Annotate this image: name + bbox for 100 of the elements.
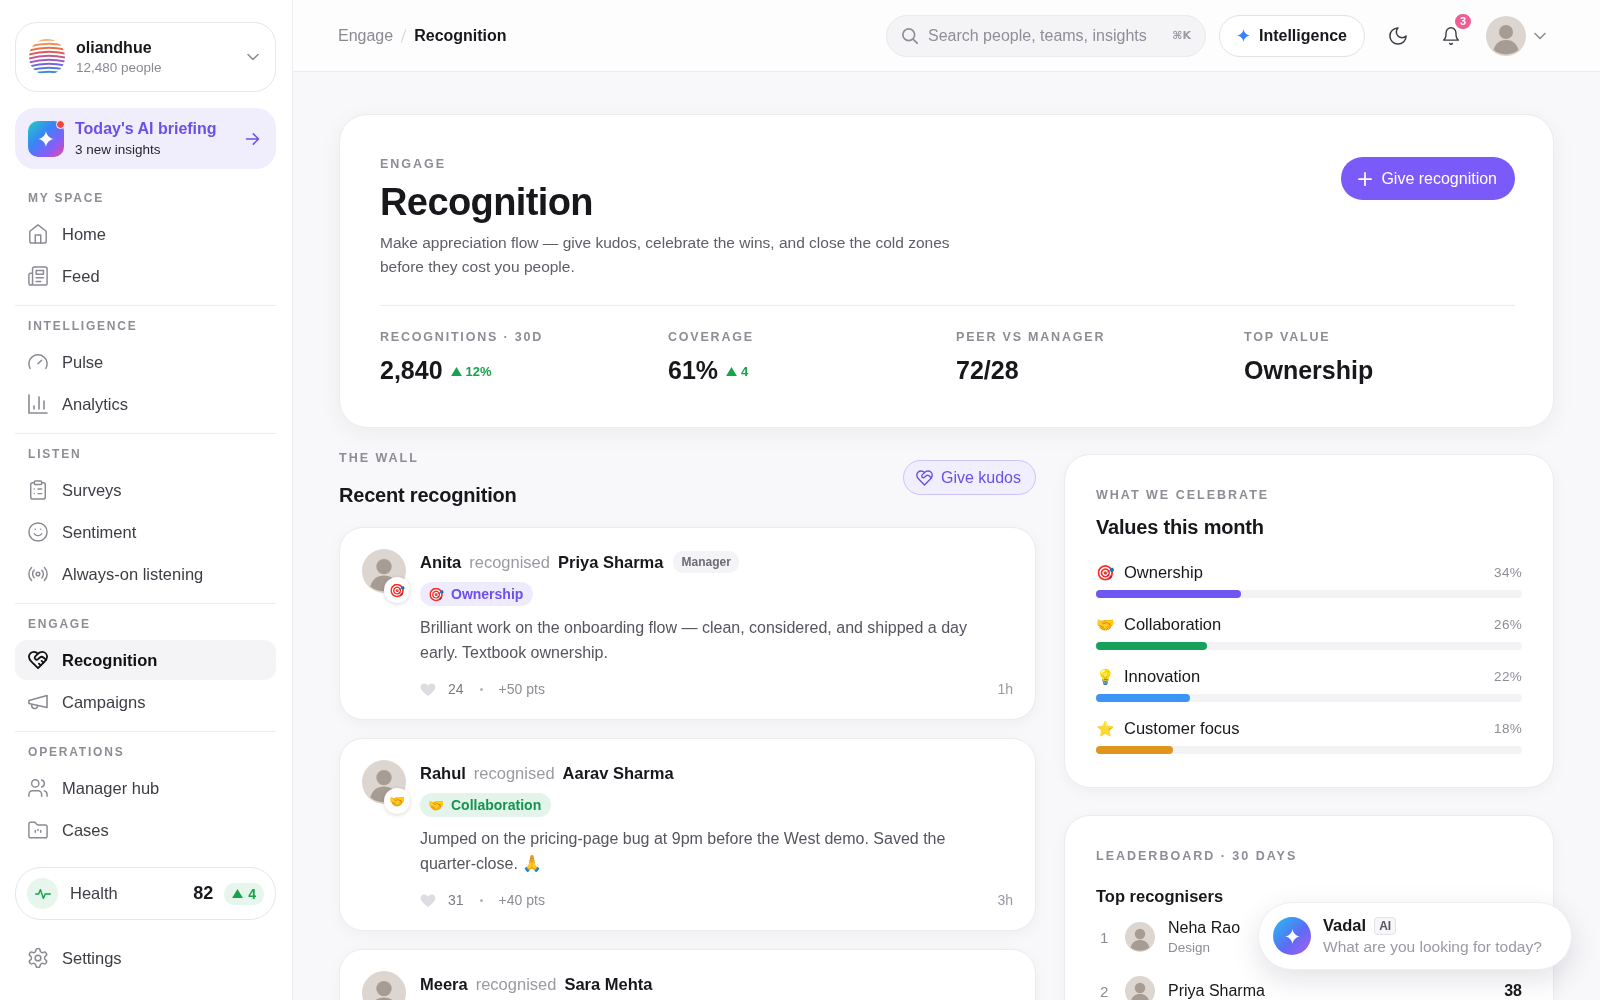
settings-item[interactable]: Settings	[15, 938, 276, 978]
moon-icon	[1389, 26, 1407, 45]
health-score-card[interactable]: Health 82 4	[15, 867, 276, 920]
up-triangle-icon	[726, 367, 738, 376]
assistant-popup[interactable]: Vadal AI What are you looking for today?	[1258, 902, 1572, 970]
value-label: Ownership	[451, 586, 524, 602]
person-name: Neha Rao	[1168, 918, 1241, 937]
breadcrumb-link[interactable]: Recognition	[414, 26, 507, 45]
plus-icon	[1358, 171, 1373, 186]
health-score: 82	[193, 883, 214, 904]
value-percent: 22%	[1494, 668, 1522, 684]
assistant-prompt: What are you looking for today?	[1323, 938, 1542, 956]
sidebar-item[interactable]: Pulse	[15, 342, 276, 382]
rank-number: 2	[1099, 982, 1110, 1000]
section-label: ENGAGE	[27, 616, 92, 632]
sidebar-item[interactable]: Always-on listening	[15, 554, 276, 594]
heart-handshake-icon	[915, 469, 933, 486]
timestamp: 3h	[997, 892, 1013, 908]
ai-briefing-card[interactable]: Today's AI briefing 3 new insights	[15, 108, 276, 169]
page-title: Recognition	[380, 180, 594, 224]
handshake-icon: 🤝	[1096, 616, 1115, 632]
timestamp: 1h	[997, 681, 1013, 697]
settings-icon	[28, 948, 48, 968]
handshake-icon: 🤝	[428, 798, 444, 812]
points-text: +40 pts	[498, 892, 545, 908]
avatar-icon	[1125, 976, 1155, 1000]
give-kudos-button[interactable]: Give kudos	[902, 460, 1036, 495]
smiley-icon	[28, 522, 48, 542]
action-text: recognised	[469, 552, 550, 572]
value-percent: 34%	[1494, 564, 1522, 580]
action-text: recognised	[473, 763, 555, 783]
sidebar-item[interactable]: Manager hub	[15, 768, 276, 808]
home-icon	[28, 224, 48, 244]
value-percent: 26%	[1494, 616, 1522, 632]
message-text: Brilliant work on the onboarding flow — clean, considered, and shipped a day early. Textbook ownership.	[420, 618, 968, 663]
section-label: INTELLIGENCE	[27, 318, 139, 334]
workspace-switcher[interactable]: oliandhue 12,480 people	[15, 22, 276, 92]
briefing-subtitle: 3 new insights	[75, 142, 162, 157]
intelligence-button[interactable]: Intelligence	[1218, 14, 1365, 57]
eyebrow-label: ENGAGE	[380, 156, 448, 172]
recipient-name: Sara Mehta	[564, 974, 653, 994]
delta-text: 12%	[465, 364, 492, 379]
folder-icon	[28, 820, 48, 840]
role-tag: Manager	[673, 551, 739, 573]
action-text: recognised	[475, 974, 557, 994]
ai-tag: AI	[1374, 916, 1397, 935]
person-name: Priya Sharma	[1168, 982, 1265, 1000]
heart-handshake-icon	[28, 650, 48, 670]
avatar-icon	[1125, 922, 1155, 952]
delta-text: 4	[248, 885, 256, 902]
card-title: Values this month	[1096, 515, 1265, 539]
sparkle-icon	[28, 120, 64, 157]
megaphone-icon	[28, 692, 48, 712]
stat-value: 61%	[668, 355, 719, 385]
target-icon: 🎯	[428, 587, 444, 601]
sender-name: Meera	[420, 974, 468, 994]
star-icon: ⭐	[1096, 720, 1115, 736]
sidebar-item[interactable]: Analytics	[15, 384, 276, 424]
bar-chart-icon	[28, 394, 48, 414]
sidebar-item[interactable]: Feed	[15, 256, 276, 296]
sidebar-item[interactable]: Home	[15, 214, 276, 254]
stat-label: TOP VALUE	[1244, 329, 1332, 345]
handshake-icon: 🤝	[384, 788, 410, 814]
health-label: Health	[70, 884, 118, 903]
heart-icon[interactable]	[420, 681, 436, 697]
assistant-name: Vadal	[1323, 916, 1367, 935]
target-icon: 🎯	[384, 577, 410, 603]
delta-text: 4	[741, 364, 749, 379]
sidebar-item[interactable]: Cases	[15, 810, 276, 850]
stat-value: 2,840	[380, 355, 443, 385]
value-name: Collaboration	[1124, 614, 1222, 634]
users-icon	[28, 778, 48, 798]
recognition-count: 38	[1504, 982, 1522, 1000]
give-recognition-button[interactable]: Give recognition	[1341, 157, 1515, 200]
shortcut-hint: ⌘K	[1172, 28, 1191, 43]
section-label: LISTEN	[27, 446, 83, 462]
sidebar-item[interactable]: Sentiment	[15, 512, 276, 552]
stat-label: RECOGNITIONS · 30D	[380, 329, 544, 345]
sidebar-item[interactable]: Recognition	[15, 640, 276, 680]
rank-number: 1	[1099, 928, 1110, 946]
eyebrow-label: THE WALL	[339, 450, 420, 466]
avatar-icon	[1486, 15, 1526, 56]
eyebrow-label: WHAT WE CELEBRATE	[1096, 487, 1271, 503]
chevron-down-icon	[247, 53, 259, 61]
points-text: +50 pts	[498, 681, 545, 697]
broadcast-icon	[28, 564, 48, 584]
stat-label: COVERAGE	[668, 329, 755, 345]
heart-icon[interactable]	[420, 892, 436, 908]
up-triangle-icon	[450, 367, 462, 376]
page-description: Make appreciation flow — give kudos, celebrate the wins, and close the cold zones before they cost you people.	[380, 233, 951, 277]
section-label: MY SPACE	[27, 190, 105, 206]
sidebar-item[interactable]: Campaigns	[15, 682, 276, 722]
sender-name: Anita	[420, 552, 462, 572]
stat-value: 72/28	[956, 355, 1019, 385]
value-name: Customer focus	[1124, 718, 1240, 738]
search-icon	[901, 27, 918, 44]
sidebar-item[interactable]: Surveys	[15, 470, 276, 510]
sparkle-icon	[1236, 29, 1250, 42]
value-name: Ownership	[1124, 562, 1203, 582]
value-name: Innovation	[1124, 666, 1201, 686]
